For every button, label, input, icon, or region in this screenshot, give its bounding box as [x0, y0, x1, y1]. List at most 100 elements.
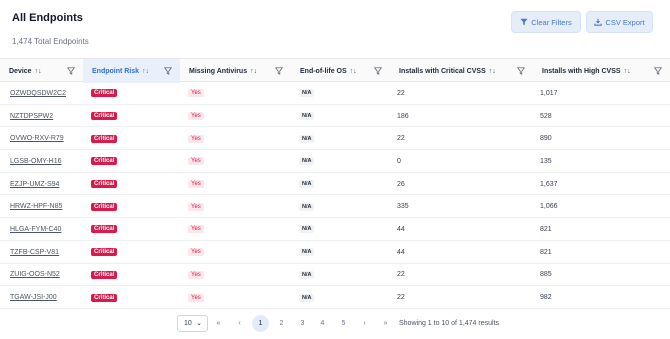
risk-cell: Critical	[91, 127, 118, 150]
sort-icon[interactable]: ↑↓	[489, 68, 496, 75]
clear-filters-button[interactable]: Clear Filters	[511, 11, 581, 33]
antivirus-badge: Yes	[188, 112, 204, 121]
antivirus-badge: Yes	[188, 248, 204, 257]
column-header-missing-antivirus[interactable]: Missing Antivirus ↑↓	[180, 59, 291, 83]
risk-cell: Critical	[91, 218, 118, 241]
antivirus-badge: Yes	[188, 293, 204, 302]
eol-cell: N/A	[299, 264, 315, 287]
antivirus-cell: Yes	[188, 286, 204, 309]
sort-icon[interactable]: ↑↓	[624, 68, 631, 75]
first-page-button[interactable]: «	[210, 315, 227, 332]
risk-badge: Critical	[91, 89, 118, 98]
last-page-button[interactable]: »	[377, 315, 394, 332]
high-cvss-cell: 890	[540, 135, 552, 143]
critical-cvss-cell: 22	[397, 135, 405, 143]
column-filter-icon[interactable]	[516, 67, 526, 75]
table-row: EZJP-UMZ-S94 Critical Yes N/A 26 1,637	[0, 173, 670, 196]
page-title: All Endpoints	[12, 12, 83, 24]
eol-badge: N/A	[299, 270, 315, 279]
table-row: OVWO-RXV-R79 Critical Yes N/A 22 890	[0, 127, 670, 151]
risk-cell: Critical	[91, 105, 118, 128]
column-filter-icon[interactable]	[653, 67, 663, 75]
critical-cvss-cell: 44	[397, 225, 405, 233]
column-filter-icon[interactable]	[163, 67, 173, 75]
page-button-5[interactable]: 5	[335, 315, 352, 332]
column-header-device[interactable]: Device ↑↓	[0, 59, 83, 83]
risk-cell: Critical	[91, 264, 118, 287]
column-filter-icon[interactable]	[66, 67, 76, 75]
critical-cvss-cell: 44	[397, 248, 405, 256]
device-link[interactable]: TGAW-JSI-J00	[10, 286, 57, 309]
page-header: All Endpoints 1,474 Total Endpoints Clea…	[0, 0, 670, 58]
antivirus-badge: Yes	[188, 134, 204, 143]
table-row: LGSB-OMY-H16 Critical Yes N/A 0 135	[0, 150, 670, 173]
prev-page-button[interactable]: ‹	[231, 315, 248, 332]
eol-cell: N/A	[299, 286, 315, 309]
column-header-high-cvss[interactable]: Installs with High CVSS ↑↓	[533, 59, 670, 83]
device-link[interactable]: OZWDQSDW2C2	[10, 82, 66, 105]
column-filter-icon[interactable]	[373, 67, 383, 75]
eol-badge: N/A	[299, 157, 315, 166]
column-header-endpoint-risk[interactable]: Endpoint Risk ↑↓	[83, 59, 180, 83]
eol-cell: N/A	[299, 105, 315, 128]
column-header-critical-cvss[interactable]: Installs with Critical CVSS ↑↓	[390, 59, 533, 83]
chevron-down-icon: ⌄	[196, 320, 202, 327]
device-link[interactable]: TZFB-CSP-V81	[10, 241, 59, 264]
antivirus-cell: Yes	[188, 173, 204, 196]
page-size-select[interactable]: 10 ⌄	[177, 315, 208, 332]
antivirus-cell: Yes	[188, 264, 204, 287]
risk-cell: Critical	[91, 286, 118, 309]
device-link[interactable]: EZJP-UMZ-S94	[10, 173, 59, 196]
page-button-1[interactable]: 1	[252, 315, 269, 332]
critical-cvss-cell: 26	[397, 180, 405, 188]
eol-cell: N/A	[299, 218, 315, 241]
eol-cell: N/A	[299, 127, 315, 150]
device-link[interactable]: HRWZ-HPF-N85	[10, 195, 62, 218]
csv-export-button[interactable]: CSV Export	[586, 11, 653, 33]
column-header-end-of-life-os[interactable]: End-of-life OS ↑↓	[291, 59, 390, 83]
sort-icon[interactable]: ↑↓	[350, 68, 357, 75]
page-button-4[interactable]: 4	[314, 315, 331, 332]
risk-badge: Critical	[91, 293, 118, 302]
risk-badge: Critical	[91, 180, 118, 189]
risk-cell: Critical	[91, 82, 118, 105]
column-label: End-of-life OS	[300, 67, 347, 75]
column-label: Installs with Critical CVSS	[399, 67, 486, 75]
pagination-bar: 10 ⌄ « ‹ 1 2 3 4 5 › » Showing 1 to 10 o…	[0, 311, 670, 339]
endpoints-table: Device ↑↓ Endpoint Risk ↑↓ Missing Antiv…	[0, 58, 670, 309]
antivirus-cell: Yes	[188, 218, 204, 241]
table-row: OZWDQSDW2C2 Critical Yes N/A 22 1,017	[0, 82, 670, 105]
eol-badge: N/A	[299, 202, 315, 211]
eol-badge: N/A	[299, 134, 315, 143]
device-link[interactable]: LGSB-OMY-H16	[10, 150, 61, 173]
page-button-2[interactable]: 2	[273, 315, 290, 332]
table-row: HLGA-FYM-C40 Critical Yes N/A 44 821	[0, 218, 670, 241]
eol-badge: N/A	[299, 89, 315, 98]
antivirus-cell: Yes	[188, 127, 204, 150]
eol-badge: N/A	[299, 293, 315, 302]
sort-icon[interactable]: ↑↓	[35, 68, 42, 75]
high-cvss-cell: 1,637	[540, 180, 558, 188]
device-link[interactable]: HLGA-FYM-C40	[10, 218, 61, 241]
table-row: ZUIG-OOS-N52 Critical Yes N/A 22 885	[0, 264, 670, 287]
device-link[interactable]: ZUIG-OOS-N52	[10, 264, 60, 287]
table-header-row: Device ↑↓ Endpoint Risk ↑↓ Missing Antiv…	[0, 58, 670, 83]
device-link[interactable]: OVWO-RXV-R79	[10, 127, 64, 150]
page-button-3[interactable]: 3	[294, 315, 311, 332]
device-link[interactable]: NZTDPSPW2	[10, 105, 53, 128]
antivirus-cell: Yes	[188, 195, 204, 218]
critical-cvss-cell: 22	[397, 89, 405, 97]
high-cvss-cell: 1,066	[540, 203, 558, 211]
results-summary: Showing 1 to 10 of 1,474 results	[399, 320, 500, 327]
antivirus-badge: Yes	[188, 202, 204, 211]
sort-icon[interactable]: ↑↓	[250, 68, 257, 75]
table-row: TGAW-JSI-J00 Critical Yes N/A 22 982	[0, 286, 670, 309]
high-cvss-cell: 135	[540, 157, 552, 165]
risk-badge: Critical	[91, 112, 118, 121]
risk-cell: Critical	[91, 150, 118, 173]
sort-icon[interactable]: ↑↓	[142, 68, 149, 75]
column-filter-icon[interactable]	[274, 67, 284, 75]
risk-badge: Critical	[91, 157, 118, 166]
next-page-button[interactable]: ›	[356, 315, 373, 332]
antivirus-badge: Yes	[188, 180, 204, 189]
